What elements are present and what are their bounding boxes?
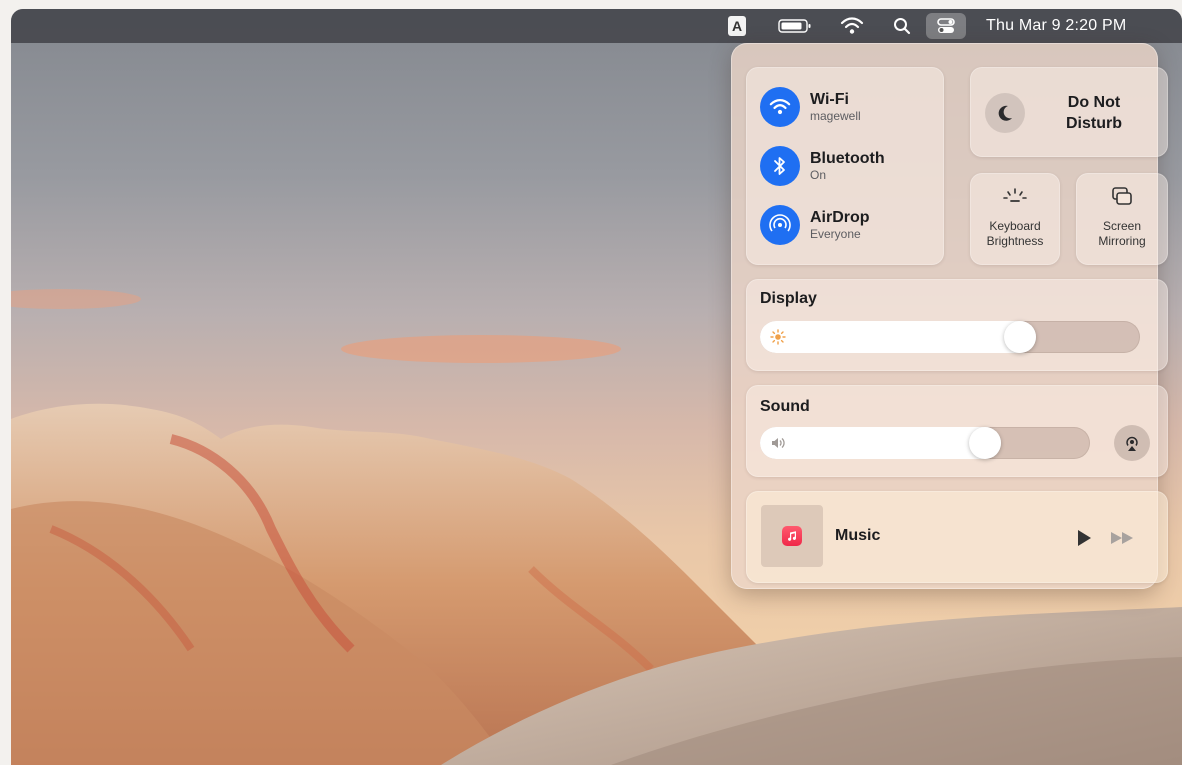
battery-icon[interactable] bbox=[778, 9, 814, 43]
album-artwork bbox=[761, 505, 823, 567]
wifi-icon[interactable] bbox=[839, 9, 865, 43]
dnd-label-line2: Disturb bbox=[1066, 115, 1122, 132]
bluetooth-status: On bbox=[810, 168, 827, 182]
airplay-audio-button[interactable] bbox=[1114, 425, 1150, 461]
control-center-panel: Wi-Fi magewell Bluetooth On AirDrop Ever… bbox=[731, 43, 1168, 589]
dnd-label-line1: Do Not bbox=[1067, 94, 1121, 111]
volume-slider[interactable] bbox=[760, 427, 1090, 459]
menu-bar-clock[interactable]: Thu Mar 9 2:20 PM bbox=[986, 9, 1168, 43]
now-playing-module: Music bbox=[746, 491, 1168, 583]
play-button[interactable] bbox=[1076, 529, 1092, 552]
bluetooth-toggle[interactable]: Bluetooth On bbox=[760, 146, 885, 186]
screen-mirroring-line1: Screen bbox=[1102, 219, 1142, 233]
display-label: Display bbox=[760, 290, 817, 307]
screen-mirroring-tile[interactable]: Screen Mirroring bbox=[1076, 173, 1168, 265]
screen-mirroring-icon bbox=[1111, 186, 1133, 213]
keyboard-brightness-line1: Keyboard bbox=[989, 219, 1041, 233]
spotlight-search-icon[interactable] bbox=[892, 9, 912, 43]
screen-mirroring-label: Screen Mirroring bbox=[1076, 219, 1168, 249]
control-center-icon[interactable] bbox=[926, 13, 966, 39]
keyboard-brightness-tile[interactable]: Keyboard Brightness bbox=[970, 173, 1060, 265]
wifi-toggle[interactable]: Wi-Fi magewell bbox=[760, 87, 861, 127]
bluetooth-title: Bluetooth bbox=[810, 150, 885, 167]
airdrop-icon bbox=[760, 205, 800, 245]
display-slider-knob[interactable] bbox=[1004, 321, 1036, 353]
sound-label: Sound bbox=[760, 398, 810, 415]
music-app-icon bbox=[782, 526, 802, 546]
moon-icon bbox=[985, 93, 1025, 133]
now-playing-title: Music bbox=[835, 527, 881, 544]
input-source-icon[interactable]: A bbox=[727, 9, 747, 43]
airdrop-title: AirDrop bbox=[810, 209, 870, 226]
display-module: Display bbox=[746, 279, 1168, 371]
speaker-icon bbox=[772, 438, 785, 448]
play-icon bbox=[1078, 530, 1091, 546]
wifi-title: Wi-Fi bbox=[810, 91, 849, 108]
keyboard-brightness-line2: Brightness bbox=[986, 234, 1044, 248]
wifi-icon bbox=[760, 87, 800, 127]
sun-icon bbox=[770, 329, 786, 345]
network-tile: Wi-Fi magewell Bluetooth On AirDrop Ever… bbox=[746, 67, 944, 265]
keyboard-brightness-label: Keyboard Brightness bbox=[970, 219, 1060, 249]
fast-forward-icon bbox=[1111, 532, 1133, 544]
wifi-network-name: magewell bbox=[810, 109, 861, 123]
screen-mirroring-line2: Mirroring bbox=[1098, 234, 1146, 248]
volume-slider-knob[interactable] bbox=[969, 427, 1001, 459]
menu-bar: A Thu Mar 9 2:20 PM bbox=[11, 9, 1182, 43]
keyboard-brightness-icon bbox=[1003, 187, 1027, 212]
volume-slider-fill bbox=[760, 427, 1001, 459]
do-not-disturb-label: Do Not Disturb bbox=[1034, 92, 1154, 134]
input-source-label: A bbox=[728, 16, 746, 36]
skip-forward-button[interactable] bbox=[1110, 531, 1136, 550]
airdrop-visibility: Everyone bbox=[810, 227, 861, 241]
display-slider-fill bbox=[760, 321, 1036, 353]
airdrop-toggle[interactable]: AirDrop Everyone bbox=[760, 205, 870, 245]
sound-module: Sound bbox=[746, 385, 1168, 477]
airplay-audio-icon bbox=[1126, 436, 1138, 451]
do-not-disturb-tile[interactable]: Do Not Disturb bbox=[970, 67, 1168, 157]
display-brightness-slider[interactable] bbox=[760, 321, 1140, 353]
bluetooth-icon bbox=[760, 146, 800, 186]
